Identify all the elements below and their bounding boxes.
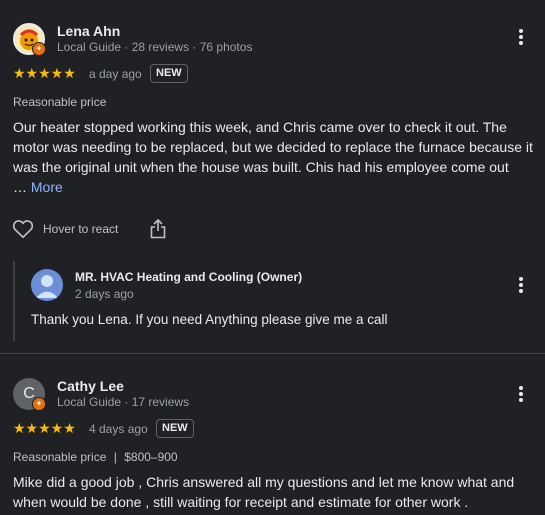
review-time: a day ago: [89, 67, 142, 81]
attribute-price: Reasonable price: [13, 450, 107, 464]
person-icon: [36, 275, 58, 298]
reply-text: Thank you Lena. If you need Anything ple…: [31, 312, 388, 327]
ellipsis: …: [13, 179, 27, 195]
section-divider: [0, 353, 545, 354]
reviewer-name[interactable]: Lena Ahn: [57, 23, 120, 39]
share-icon[interactable]: [150, 218, 166, 244]
star-rating: ★★★★★: [13, 420, 76, 436]
star-rating: ★★★★★: [13, 65, 76, 81]
reviewer-meta[interactable]: Local Guide · 17 reviews: [57, 395, 189, 409]
react-button[interactable]: Hover to react: [12, 219, 118, 239]
review-text: Our heater stopped working this week, an…: [13, 117, 533, 197]
heart-icon: [12, 220, 34, 239]
more-options-icon[interactable]: [518, 385, 524, 407]
owner-avatar[interactable]: [31, 269, 63, 301]
review-attributes: Reasonable price | $800–900: [13, 450, 178, 464]
owner-name[interactable]: MR. HVAC Heating and Cooling (Owner): [75, 270, 302, 284]
review-attribute: Reasonable price: [13, 95, 107, 109]
review-text: Mike did a good job , Chris answered all…: [13, 474, 515, 510]
reviewer-meta[interactable]: Local Guide · 28 reviews · 76 photos: [57, 40, 252, 54]
reviewer-name[interactable]: Cathy Lee: [57, 378, 124, 394]
reply-divider: [13, 261, 15, 341]
react-label: Hover to react: [43, 222, 119, 236]
reply-more-options-icon[interactable]: [518, 276, 524, 298]
attribute-cost: $800–900: [124, 450, 178, 464]
new-badge: NEW: [156, 419, 194, 438]
more-link[interactable]: More: [31, 179, 63, 195]
local-guide-badge-icon: ✦: [32, 397, 46, 411]
review-text-body: Our heater stopped working this week, an…: [13, 119, 533, 175]
new-badge: NEW: [150, 64, 188, 83]
review-time: 4 days ago: [89, 422, 148, 436]
reply-time: 2 days ago: [75, 287, 134, 301]
local-guide-badge-icon: ✦: [32, 42, 46, 56]
attribute-separator: |: [113, 450, 117, 464]
more-options-icon[interactable]: [518, 28, 524, 50]
